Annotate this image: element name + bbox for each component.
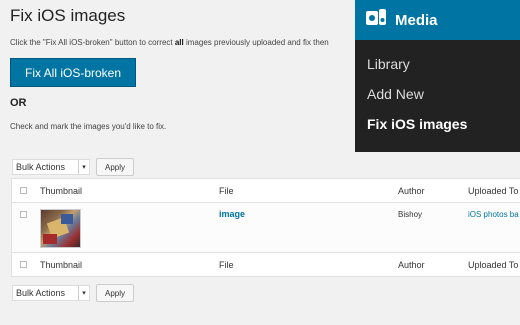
- bulk-actions-selected-value: Bulk Actions: [16, 288, 66, 298]
- bulk-actions-select-bottom[interactable]: Bulk Actions ▾: [12, 285, 90, 301]
- bulk-actions-select-top[interactable]: Bulk Actions ▾: [12, 159, 90, 175]
- column-footer-author[interactable]: Author: [398, 260, 425, 270]
- bulk-actions-bottom: Bulk Actions ▾ Apply: [12, 284, 135, 302]
- image-thumbnail[interactable]: [40, 209, 81, 248]
- media-menu-header[interactable]: Media: [355, 0, 520, 40]
- page-description: Click the "Fix All iOS-broken" button to…: [10, 38, 329, 47]
- media-menu-item-add-new[interactable]: Add New: [367, 86, 424, 102]
- table-header-row: Thumbnail File Author Uploaded To: [12, 179, 520, 203]
- select-all-checkbox-footer[interactable]: [20, 261, 27, 268]
- column-header-uploaded-to[interactable]: Uploaded To: [468, 186, 518, 196]
- table-row: image Bishoy iOS photos ba: [12, 203, 520, 253]
- column-header-author[interactable]: Author: [398, 186, 425, 196]
- media-menu-title: Media: [395, 11, 438, 29]
- media-menu-flyout: Media Library Add New Fix iOS images: [355, 0, 520, 152]
- media-menu-item-fix-ios-images[interactable]: Fix iOS images: [367, 116, 467, 132]
- description-text-bold: all: [174, 38, 184, 47]
- file-link[interactable]: image: [219, 209, 245, 219]
- uploaded-to-link[interactable]: iOS photos ba: [468, 210, 519, 219]
- bulk-actions-top: Bulk Actions ▾ Apply: [12, 158, 135, 176]
- page-title: Fix iOS images: [10, 6, 126, 25]
- instructions-text: Check and mark the images you'd like to …: [10, 122, 167, 131]
- row-checkbox[interactable]: [20, 211, 27, 218]
- media-menu-item-library[interactable]: Library: [367, 56, 410, 72]
- images-table: Thumbnail File Author Uploaded To image …: [11, 178, 520, 277]
- fix-all-ios-broken-button[interactable]: Fix All iOS-broken: [10, 58, 136, 87]
- apply-button-top[interactable]: Apply: [96, 158, 135, 176]
- apply-button-bottom[interactable]: Apply: [96, 284, 135, 302]
- column-footer-file[interactable]: File: [219, 260, 234, 270]
- media-icon: [365, 8, 387, 33]
- bulk-actions-selected-value: Bulk Actions: [16, 162, 66, 172]
- column-header-thumbnail: Thumbnail: [40, 186, 83, 196]
- column-footer-thumbnail: Thumbnail: [40, 260, 83, 270]
- or-separator: OR: [10, 97, 27, 109]
- select-all-checkbox[interactable]: [20, 187, 27, 194]
- description-text-start: Click the "Fix All iOS-broken" button to…: [10, 38, 175, 47]
- column-footer-uploaded-to[interactable]: Uploaded To: [468, 260, 518, 270]
- dropdown-arrow-icon: ▾: [78, 286, 89, 300]
- dropdown-arrow-icon: ▾: [78, 160, 89, 174]
- table-footer-row: Thumbnail File Author Uploaded To: [12, 253, 520, 276]
- column-header-file[interactable]: File: [219, 186, 234, 196]
- author-name: Bishoy: [398, 210, 423, 219]
- description-text-end: images previously uploaded and fix then: [183, 38, 329, 47]
